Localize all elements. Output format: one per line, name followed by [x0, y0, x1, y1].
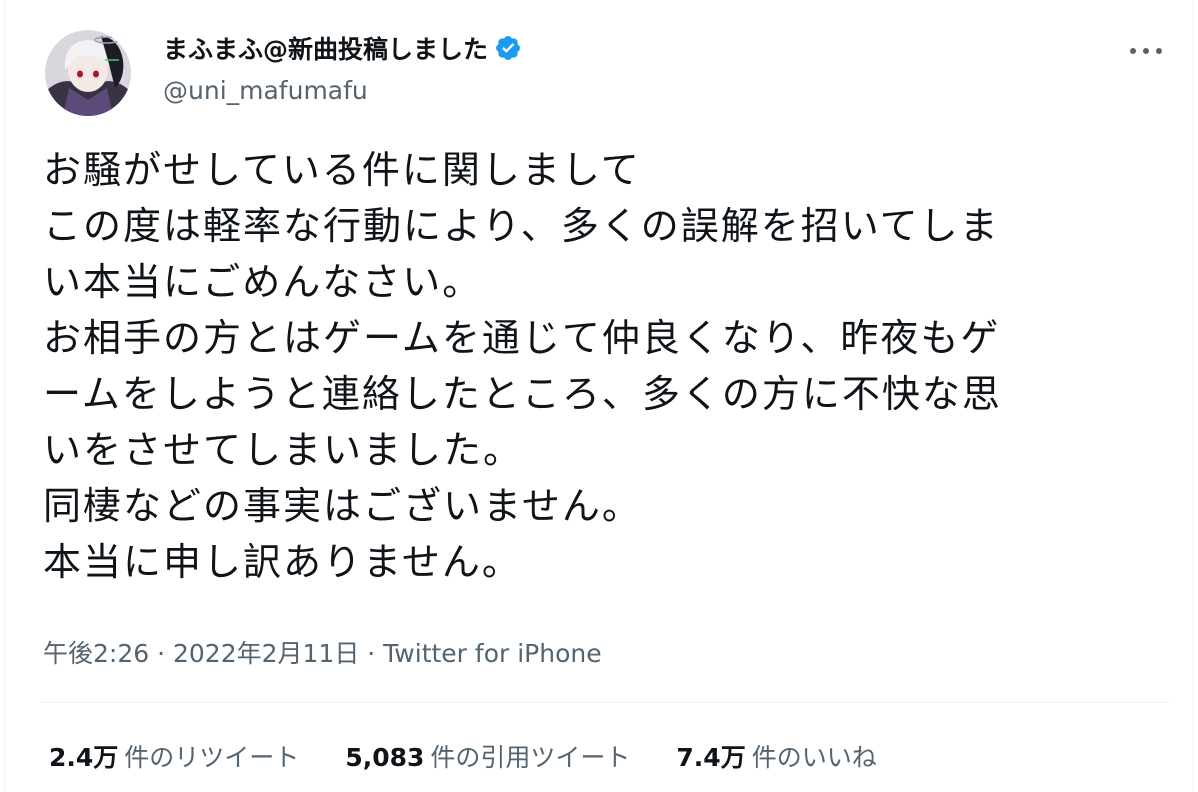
tweet-card: まふまふ@新曲投稿しました @uni_mafumafu お騒がせしている件に関し…: [4, 0, 1194, 792]
engagement-stats: 2.4万 件のリツイート 5,083 件の引用ツイート 7.4万 件のいいね: [49, 738, 877, 774]
retweets-label: 件のリツイート: [124, 743, 300, 772]
likes-count: 7.4万: [676, 743, 746, 772]
meta-separator: ·: [149, 639, 173, 668]
quotes-count: 5,083: [345, 743, 425, 772]
retweets-stat[interactable]: 2.4万 件のリツイート: [49, 738, 299, 774]
tweet-text: お騒がせしている件に関しまして この度は軽率な行動により、多くの誤解を招いてしま…: [43, 142, 1163, 590]
tweet-line: 本当に申し訳ありません。: [43, 540, 522, 584]
more-horizontal-icon: [1130, 48, 1162, 54]
divider: [41, 702, 1169, 703]
tweet-line: ームをしようと連絡したところ、多くの方に不快な思: [43, 372, 1002, 416]
likes-stat[interactable]: 7.4万 件のいいね: [676, 738, 876, 774]
tweet-meta: 午後2:26 · 2022年2月11日 · Twitter for iPhone: [43, 634, 602, 670]
author-handle[interactable]: @uni_mafumafu: [163, 76, 368, 105]
verified-badge-icon: [494, 34, 522, 62]
tweet-source[interactable]: Twitter for iPhone: [383, 639, 601, 668]
avatar-icon: [45, 30, 131, 116]
likes-label: 件のいいね: [751, 743, 877, 772]
tweet-date[interactable]: 2022年2月11日: [173, 639, 359, 668]
meta-separator: ·: [359, 639, 384, 668]
tweet-time[interactable]: 午後2:26: [43, 639, 149, 668]
avatar[interactable]: [45, 30, 131, 116]
retweets-count: 2.4万: [49, 743, 119, 772]
tweet-line: いをさせてしまいました。: [43, 428, 524, 472]
author-name-row[interactable]: まふまふ@新曲投稿しました: [163, 30, 522, 66]
more-button[interactable]: [1123, 36, 1169, 66]
tweet-line: お騒がせしている件に関しまして: [43, 148, 641, 192]
quotes-label: 件の引用ツイート: [430, 743, 631, 772]
tweet-line: お相手の方とはゲームを通じて仲良くなり、昨夜もゲ: [43, 316, 1001, 360]
display-name[interactable]: まふまふ@新曲投稿しました: [163, 30, 488, 66]
tweet-line: 同棲などの事実はございません。: [43, 484, 642, 528]
tweet-line: い本当にごめんなさい。: [43, 260, 483, 304]
tweet-line: この度は軽率な行動により、多くの誤解を招いてしま: [43, 204, 1000, 248]
quotes-stat[interactable]: 5,083 件の引用ツイート: [345, 738, 630, 774]
